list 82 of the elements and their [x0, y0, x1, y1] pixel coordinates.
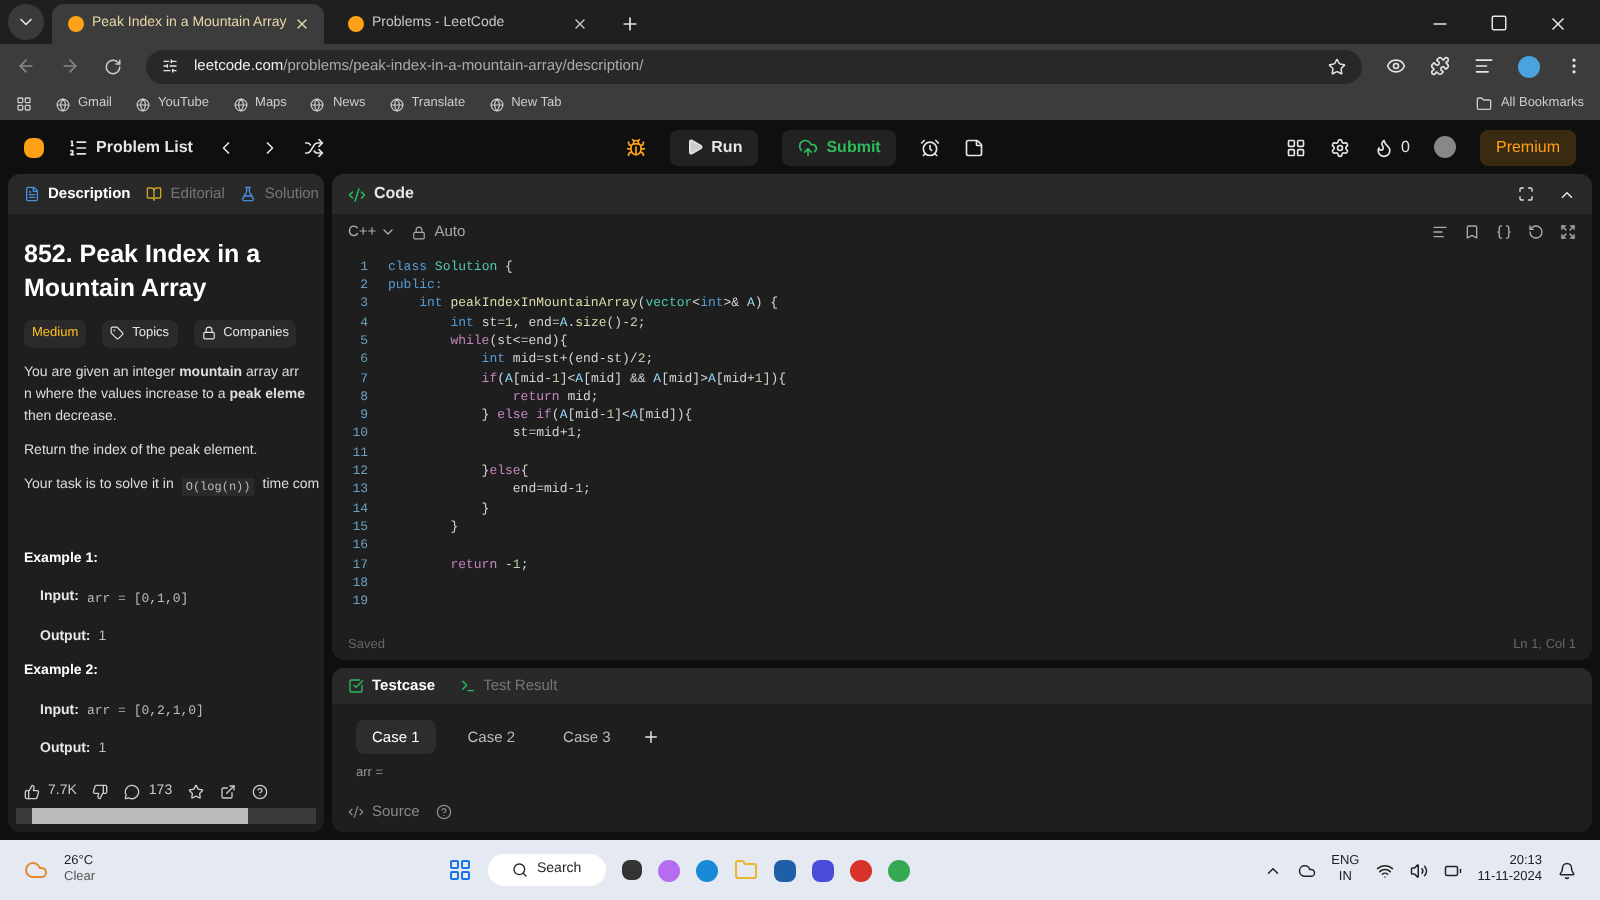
globe-icon	[310, 97, 325, 111]
flame-icon	[1373, 137, 1394, 157]
globe-icon	[489, 97, 504, 111]
back-icon[interactable]	[16, 56, 36, 76]
maximize-icon[interactable]	[1490, 14, 1508, 32]
premium-button[interactable]: Premium	[1479, 129, 1576, 165]
problem-list-button[interactable]: Problem List	[68, 135, 193, 159]
star-icon[interactable]	[188, 784, 205, 800]
app-icon[interactable]	[849, 859, 872, 881]
leetcode-logo-icon[interactable]	[24, 137, 44, 157]
problem-title: 852. Peak Index in a Mountain Array	[24, 238, 263, 306]
cloud-icon[interactable]	[1297, 861, 1316, 879]
leetcode-logo-icon	[348, 16, 364, 32]
note-icon[interactable]	[964, 137, 985, 157]
comment-icon	[124, 784, 141, 800]
timer-icon[interactable]	[920, 137, 941, 157]
leetcode-logo-icon	[68, 16, 84, 32]
globe-icon	[56, 97, 70, 111]
app-icon[interactable]	[695, 859, 718, 881]
format-icon[interactable]	[1432, 224, 1448, 240]
app-icon[interactable]	[773, 859, 796, 881]
profile-avatar[interactable]	[1518, 55, 1540, 77]
battery-icon[interactable]	[1443, 861, 1462, 879]
reset-icon[interactable]	[1528, 224, 1544, 240]
glasses-icon[interactable]	[1386, 56, 1406, 76]
layout-icon[interactable]	[1285, 137, 1306, 157]
close-icon[interactable]	[1548, 14, 1568, 34]
close-icon[interactable]	[572, 16, 588, 32]
user-avatar[interactable]	[1433, 136, 1456, 158]
braces-icon[interactable]	[1496, 224, 1512, 240]
submit-button[interactable]: Submit	[782, 129, 897, 165]
task-view-icon[interactable]	[621, 860, 642, 880]
panel-title: Code	[374, 182, 416, 206]
dislike-icon[interactable]	[92, 784, 109, 800]
app-icon[interactable]	[657, 859, 680, 881]
play-icon	[685, 138, 704, 156]
folder-icon	[1476, 96, 1493, 112]
app-icon[interactable]	[811, 859, 834, 881]
wifi-icon[interactable]	[1375, 861, 1394, 879]
share-icon[interactable]	[220, 784, 237, 800]
reload-icon[interactable]	[104, 57, 122, 75]
terminal-icon	[459, 678, 476, 694]
thumbs-up-icon	[24, 784, 40, 800]
bookmark-icon[interactable]	[1464, 224, 1480, 240]
site-info-icon[interactable]	[162, 58, 178, 74]
horizontal-scrollbar[interactable]	[16, 808, 316, 824]
lock-icon	[412, 225, 427, 239]
new-tab-icon[interactable]	[620, 14, 640, 34]
streak-counter[interactable]: 0	[1373, 135, 1410, 159]
search-icon	[512, 862, 529, 878]
lock-icon	[201, 326, 216, 341]
forward-icon[interactable]	[60, 56, 80, 76]
chevron-down-icon	[380, 224, 397, 240]
flask-icon	[240, 186, 257, 202]
settings-icon[interactable]	[1329, 137, 1350, 157]
help-icon[interactable]	[252, 784, 269, 800]
checkbox-icon	[348, 678, 364, 694]
media-icon[interactable]	[1474, 56, 1494, 76]
bookmark-star-icon[interactable]	[1328, 57, 1346, 75]
expand-icon[interactable]	[1560, 224, 1576, 240]
book-icon	[146, 186, 163, 202]
globe-icon	[233, 97, 248, 111]
start-icon[interactable]	[448, 858, 473, 882]
cloud-upload-icon	[798, 137, 819, 157]
tag-icon	[110, 326, 125, 341]
list-icon	[68, 137, 88, 157]
puzzle-icon[interactable]	[1430, 56, 1450, 76]
close-icon[interactable]	[294, 16, 311, 32]
code-icon	[348, 185, 366, 203]
apps-grid-icon[interactable]	[16, 96, 32, 112]
code-icon	[348, 803, 364, 820]
document-icon	[24, 186, 40, 202]
help-icon[interactable]	[435, 803, 452, 820]
shuffle-icon[interactable]	[304, 137, 325, 157]
fullscreen-icon[interactable]	[1518, 186, 1534, 202]
notification-icon[interactable]	[1558, 861, 1576, 879]
globe-icon	[135, 97, 150, 111]
add-case-icon[interactable]	[642, 728, 661, 747]
debug-icon[interactable]	[625, 137, 646, 157]
run-button[interactable]: Run	[669, 129, 759, 165]
volume-icon[interactable]	[1409, 861, 1428, 879]
globe-icon	[389, 97, 404, 111]
